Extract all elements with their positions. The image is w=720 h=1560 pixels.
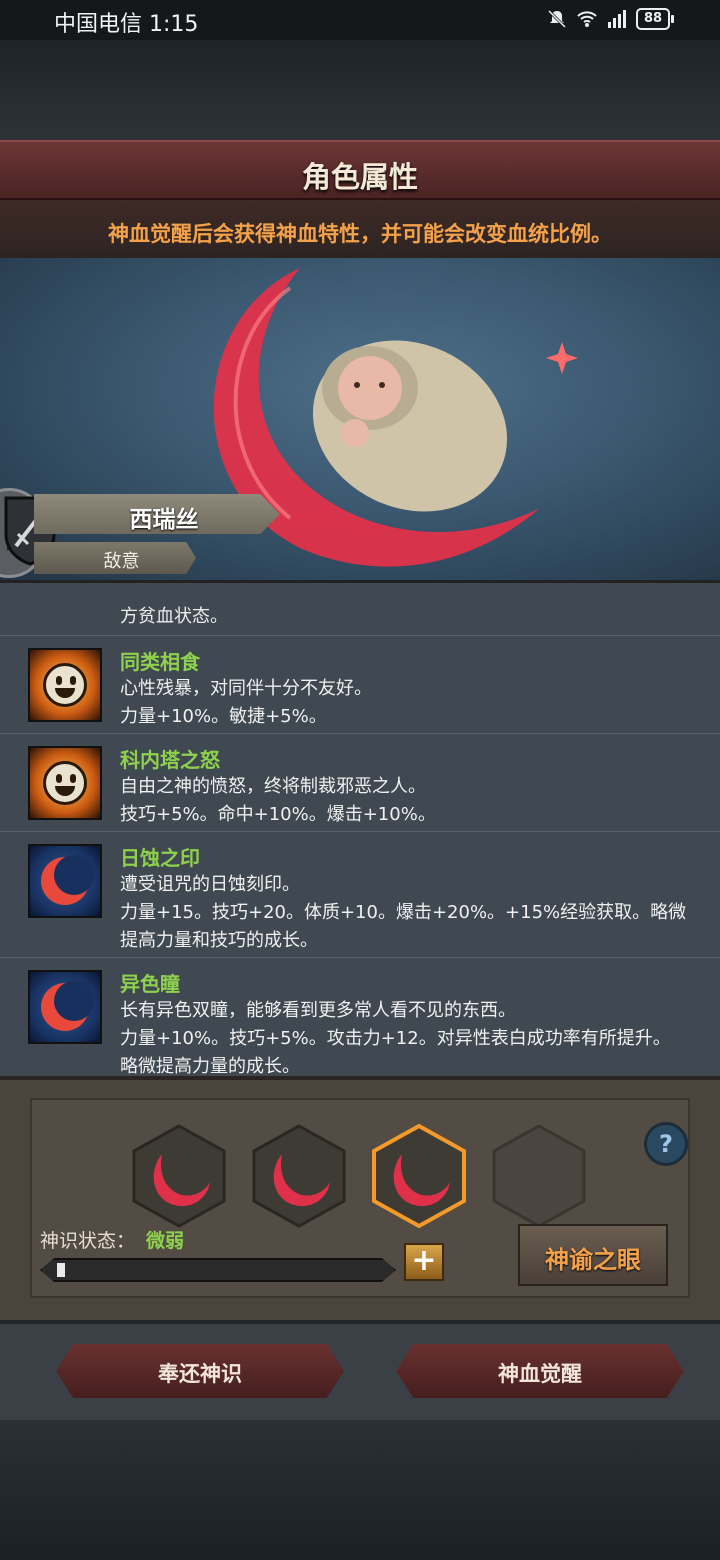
character-name: 西瑞丝 (129, 507, 199, 533)
divine-state-value: 微弱 (146, 1230, 185, 1252)
help-button[interactable]: ? (644, 1122, 688, 1166)
oracle-eye-button[interactable]: 神谕之眼 (518, 1224, 668, 1286)
character-name-plate: 西瑞丝 (34, 494, 280, 534)
trait-desc-line: 长有异色双瞳，能够看到更多常人看不见的东西。 (120, 1000, 516, 1021)
trait-desc-line: 力量+10%。技巧+5%。攻击力+12。对异性表白成功率有所提升。 (120, 1028, 671, 1049)
trait-desc-line: 提高力量和技巧的成长。 (120, 930, 318, 951)
trait-item: 同类相食 心性残暴，对同伴十分不友好。 力量+10%。敏捷+5%。 (0, 635, 720, 733)
crescent-moon-icon (28, 844, 102, 918)
trait-desc-line: 力量+10%。敏捷+5%。 (120, 706, 327, 727)
bottom-backdrop (0, 1420, 720, 1560)
signal-icon (608, 10, 626, 28)
notice-text: 神血觉醒后会获得神血特性，并可能会改变血统比例。 (108, 222, 612, 246)
trait-name: 异色瞳 (120, 972, 180, 996)
character-tag-plate: 敌意 (34, 542, 196, 574)
oracle-eye-label: 神谕之眼 (545, 1246, 641, 1274)
trait-desc-line: 力量+15。技巧+20。体质+10。爆击+20%。+15%经验获取。略微 (120, 902, 687, 923)
top-backdrop (0, 40, 720, 140)
wifi-icon (577, 11, 597, 27)
trait-desc-line: 心性残暴，对同伴十分不友好。 (120, 678, 372, 699)
blood-awaken-label: 神血觉醒 (498, 1362, 582, 1386)
crescent-moon-icon (28, 970, 102, 1044)
blood-awaken-button[interactable]: 神血觉醒 (396, 1344, 684, 1398)
return-divine-label: 奉还神识 (158, 1362, 242, 1386)
trait-name: 科内塔之怒 (120, 748, 220, 772)
blood-slot-empty[interactable] (492, 1124, 586, 1228)
trait-name: 同类相食 (120, 650, 200, 674)
divine-progress-bar (40, 1258, 396, 1282)
trait-item: 科内塔之怒 自由之神的愤怒，终将制裁邪恶之人。 技巧+5%。命中+10%。爆击+… (0, 733, 720, 831)
carrier-time: 中国电信 1:15 (54, 12, 199, 37)
notice-banner: 神血觉醒后会获得神血特性，并可能会改变血统比例。 (0, 200, 720, 260)
status-bar: 中国电信 1:15 88 (0, 0, 720, 40)
trait-partial-line: 方贫血状态。 (120, 606, 228, 627)
divine-progress-fill (57, 1263, 65, 1277)
trait-desc-line: 技巧+5%。命中+10%。爆击+10%。 (120, 804, 436, 825)
battery-icon: 88 (636, 8, 674, 30)
divine-state-label: 神识状态： (40, 1230, 136, 1252)
blood-slot-selected[interactable] (372, 1124, 466, 1228)
trait-name: 日蚀之印 (120, 846, 200, 870)
trait-desc-line: 自由之神的愤怒，终将制裁邪恶之人。 (120, 776, 426, 797)
add-button[interactable]: + (404, 1243, 444, 1281)
mute-bell-icon (547, 9, 567, 29)
character-tag: 敌意 (103, 551, 140, 572)
trait-desc-line: 遭受诅咒的日蚀刻印。 (120, 874, 300, 895)
blood-slot-filled[interactable] (252, 1124, 346, 1228)
return-divine-button[interactable]: 奉还神识 (56, 1344, 344, 1398)
trait-item: 异色瞳 长有异色双瞳，能够看到更多常人看不见的东西。 力量+10%。技巧+5%。… (0, 957, 720, 1080)
smile-icon (28, 746, 102, 820)
title-bar: 角色属性 (0, 140, 720, 200)
smile-icon (28, 648, 102, 722)
page-title: 角色属性 (301, 160, 418, 194)
blood-slot-filled[interactable] (132, 1124, 226, 1228)
trait-list[interactable]: 方贫血状态。 同类相食 心性残暴，对同伴十分不友好。 力量+10%。敏捷+5%。… (0, 580, 720, 1080)
trait-item: 日蚀之印 遭受诅咒的日蚀刻印。 力量+15。技巧+20。体质+10。爆击+20%… (0, 831, 720, 957)
